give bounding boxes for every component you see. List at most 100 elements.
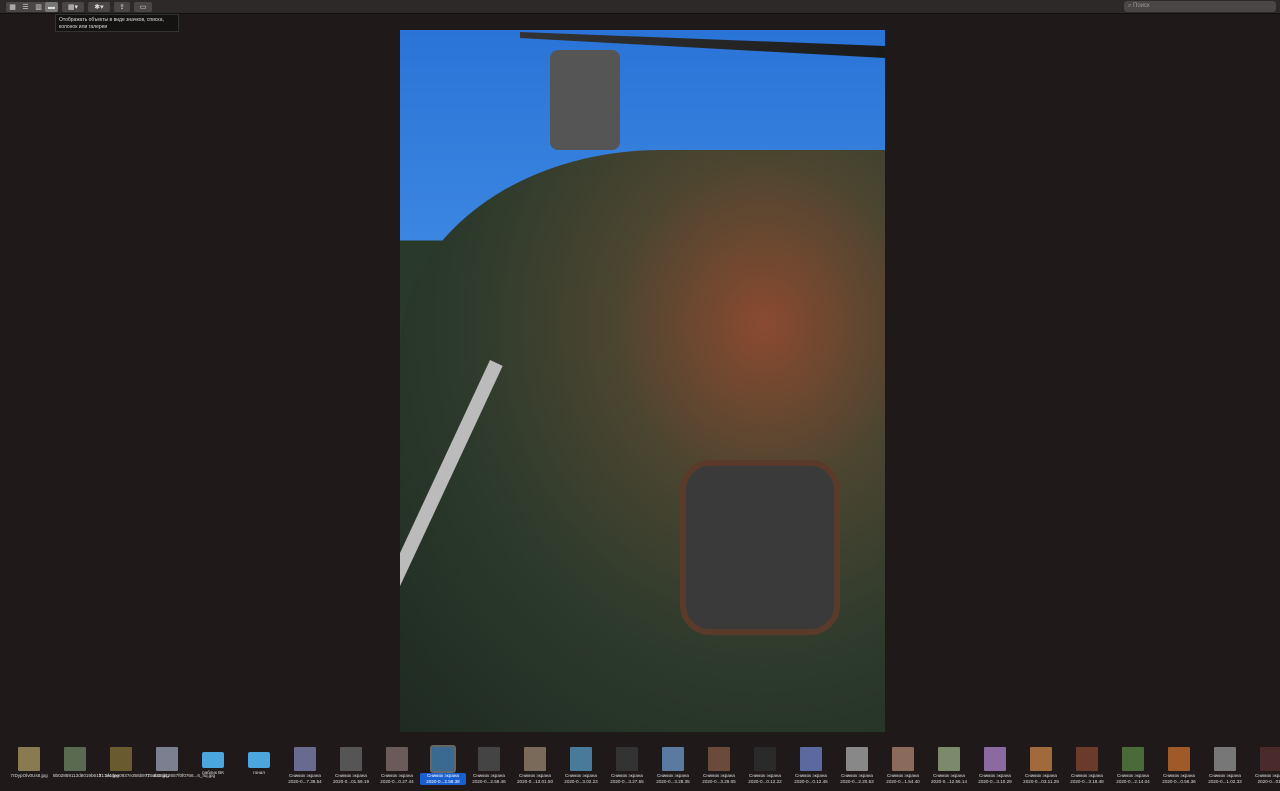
file-name: Снимок экрана 2020-0...3.10.29 [978, 773, 1012, 784]
filmstrip-item[interactable]: Снимок экрана 2020-0...2.20.53 [834, 742, 880, 785]
filmstrip-item[interactable]: Снимок экрана 2020-0...2.58.38 [420, 742, 466, 785]
thumbnail [430, 745, 456, 773]
file-name: Снимок экрана 2020-0...2.58.38 [420, 773, 466, 785]
thumbnail [478, 747, 500, 771]
filmstrip-item[interactable]: Снимок экрана 2020-0...2.58.46 [466, 742, 512, 785]
view-mode-tooltip: Отображать объекты в виде значков, списк… [55, 14, 179, 32]
thumbnail [386, 747, 408, 771]
filmstrip-folder[interactable]: паблик ВК [190, 742, 236, 776]
thumbnail [1076, 747, 1098, 771]
filmstrip-item[interactable]: Снимок экрана 2020-0...3.10.29 [972, 742, 1018, 785]
filmstrip-item[interactable]: Снимок экрана 2020-0...7.38.54 [282, 742, 328, 785]
file-name: Снимок экрана 2020-0...3.28.35 [656, 773, 690, 784]
file-name: Снимок экрана 2020-0...0.12.45 [794, 773, 828, 784]
filmstrip-item[interactable]: Снимок экрана 2020-0...3.18.48 [1064, 742, 1110, 785]
thumbnail [800, 747, 822, 771]
filmstrip-item[interactable]: Снимок экрана 2020-0...0.12.22 [742, 742, 788, 785]
filmstrip-item[interactable]: Снимок экрана 2020-0...12.56.14 [926, 742, 972, 785]
filmstrip-item[interactable]: Снимок экрана 2020-0...3.02.23 [558, 742, 604, 785]
file-name: Снимок экрана 2020-0...3.18.48 [1070, 773, 1104, 784]
file-name: Снимок экрана 2020-0...3.27.55 [610, 773, 644, 784]
thumbnail [340, 747, 362, 771]
filmstrip-item[interactable]: Снимок экрана 2020-0...2.14.04 [1110, 742, 1156, 785]
finder-toolbar: ▦ ☰ ▥ ▬ ▦▾ ✱▾ ⇪ ▭ ⌕ Поиск [0, 0, 1280, 14]
view-mode-segmented-control[interactable]: ▦ ☰ ▥ ▬ [6, 2, 58, 12]
search-placeholder: Поиск [1133, 3, 1150, 9]
filmstrip-item[interactable]: Снимок экрана 2020-0...3.29.05 [696, 742, 742, 785]
gallery-preview-image [400, 30, 885, 732]
filmstrip-item[interactable]: Снимок экрана 2020-0...3.28.35 [650, 742, 696, 785]
filmstrip-item[interactable]: 8b02859113d8019b61b...1f4.jpg [52, 742, 119, 779]
filmstrip-item[interactable]: Снимок экрана 2020-0...0.27.44 [374, 742, 420, 785]
file-name: Снимок экрана 2020-0...1.02.33 [1208, 773, 1242, 784]
share-icon: ⇪ [119, 4, 125, 11]
gallery-filmstrip[interactable]: 7rDypOlv0Us8.jpg 8b02859113d8019b61b...1f… [0, 742, 1280, 791]
filmstrip-item[interactable]: Снимок экрана 2020-0...13.01.50 [512, 742, 558, 785]
tag-icon: ▭ [139, 4, 147, 11]
thumbnail [754, 747, 776, 771]
file-name: Снимок экрана 2020-0...01.0 [1255, 773, 1280, 784]
file-name: Снимок экрана 2020-0...03.11.29 [1023, 773, 1059, 784]
filmstrip-item[interactable]: Снимок экрана 2020-0...0.12.45 [788, 742, 834, 785]
action-button[interactable]: ✱▾ [88, 2, 110, 12]
thumbnail [892, 747, 914, 771]
share-button[interactable]: ⇪ [114, 2, 130, 12]
folder-icon [202, 752, 224, 768]
icon-view-icon[interactable]: ▦ [6, 2, 19, 12]
file-name: Снимок экрана 2020-0...7.38.54 [288, 773, 322, 784]
file-name: паблик ВК [202, 770, 224, 775]
file-name: Снимок экрана 2020-0...0.56.36 [1162, 773, 1196, 784]
column-view-icon[interactable]: ▥ [32, 2, 45, 12]
thumbnail [570, 747, 592, 771]
filmstrip-item[interactable]: Снимок экрана 2020-0...03.11.29 [1018, 742, 1064, 785]
thumbnail [616, 747, 638, 771]
filmstrip-item[interactable]: 717ec6ee0937e355b971...845.jpg [98, 742, 169, 779]
file-name: Снимок экрана 2020-0...2.58.46 [472, 773, 506, 784]
filmstrip-item[interactable]: Снимок экрана 2020-0...01.0 [1248, 742, 1280, 785]
gallery-view-icon[interactable]: ▬ [45, 2, 58, 12]
file-name: Снимок экрана 2020-0...0.27.44 [380, 773, 414, 784]
filmstrip-item[interactable]: Снимок экрана 2020-0...3.27.55 [604, 742, 650, 785]
thumbnail [18, 747, 40, 771]
group-by-icon: ▦▾ [67, 4, 79, 11]
thumbnail [1214, 747, 1236, 771]
filmstrip-item[interactable]: 7rDypOlv0Us8.jpg [6, 742, 52, 779]
thumbnail [524, 747, 546, 771]
file-name: Снимок экрана 2020-0...13.01.50 [516, 773, 553, 784]
filmstrip-folder[interactable]: гонал [236, 742, 282, 776]
thumbnail [110, 747, 132, 771]
thumbnail [708, 747, 730, 771]
file-name: Снимок экрана 2020-0...2.20.53 [840, 773, 874, 784]
thumbnail [64, 747, 86, 771]
file-name: Снимок экрана 2020-0...12.56.14 [930, 773, 967, 784]
image-helicopter-window [680, 460, 840, 635]
filmstrip-item[interactable]: Снимок экрана 2020-0...01.59.19 [328, 742, 374, 785]
thumbnail [294, 747, 316, 771]
file-name: 779ab18d12657f0f0766...6_hq.jpg [145, 773, 215, 778]
filmstrip-item[interactable]: Снимок экрана 2020-0...1.54.40 [880, 742, 926, 785]
thumbnail [662, 747, 684, 771]
folder-icon [248, 752, 270, 768]
filmstrip-item[interactable]: Снимок экрана 2020-0...0.56.36 [1156, 742, 1202, 785]
file-name: Снимок экрана 2020-0...2.14.04 [1116, 773, 1150, 784]
thumbnail [846, 747, 868, 771]
file-name: Снимок экрана 2020-0...1.54.40 [886, 773, 920, 784]
list-view-icon[interactable]: ☰ [19, 2, 32, 12]
thumbnail [938, 747, 960, 771]
filmstrip-item[interactable]: 779ab18d12657f0f0766...6_hq.jpg [144, 742, 215, 779]
file-name: Снимок экрана 2020-0...01.59.19 [332, 773, 369, 784]
thumbnail [1168, 747, 1190, 771]
file-name: Снимок экрана 2020-0...0.12.22 [748, 773, 782, 784]
thumbnail [1030, 747, 1052, 771]
thumbnail [1260, 747, 1280, 771]
filmstrip-item[interactable]: Снимок экрана 2020-0...1.02.33 [1202, 742, 1248, 785]
thumbnail [984, 747, 1006, 771]
file-name: Снимок экрана 2020-0...3.29.05 [702, 773, 736, 784]
tag-button[interactable]: ▭ [134, 2, 152, 12]
thumbnail [156, 747, 178, 771]
file-name: 717ec6ee0937e355b971...845.jpg [99, 773, 169, 778]
search-field[interactable]: ⌕ Поиск [1124, 1, 1276, 12]
file-name: гонал [253, 770, 265, 775]
group-by-button[interactable]: ▦▾ [62, 2, 84, 12]
image-helicopter-body [400, 150, 885, 732]
